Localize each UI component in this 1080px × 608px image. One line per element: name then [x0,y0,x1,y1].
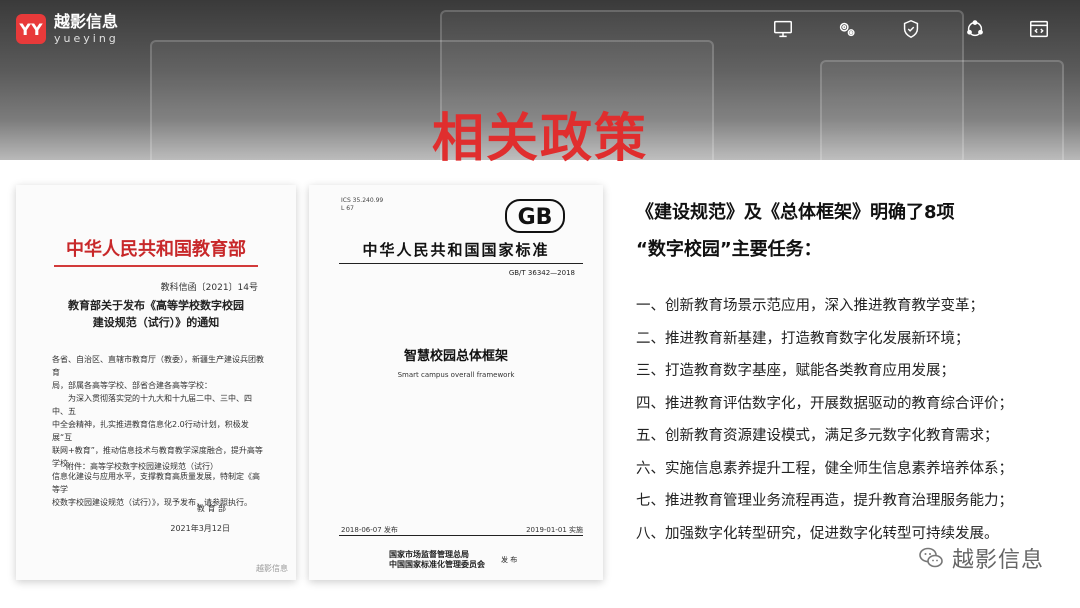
page-title: 相关政策 [431,109,648,169]
tasks-heading: 《建设规范》及《总体框架》明确了8项 “数字校园”主要任务： [636,194,1056,268]
brand-logo: YY 越影信息 yueying [16,14,119,44]
standard-code: GB/T 36342—2018 [508,269,575,277]
monitor-icon[interactable] [772,18,794,40]
wechat-watermark: 越影信息 [918,542,1044,574]
doc-heading: 教育部关于发布《高等学校数字校园 建设规范（试行）》的通知 [46,297,266,331]
publisher-line: 国家市场监督管理总局 [389,550,469,559]
doc-issuer: 中华人民共和国教育部 [66,239,246,260]
tasks-heading-line: “数字校园”主要任务： [636,239,822,260]
watermark-text: 越影信息 [951,548,1044,573]
list-item: 五、创新教育资源建设模式，满足多元数字化教育需求； [636,428,999,444]
list-item: 四、推进教育评估数字化，开展数据驱动的教育综合评价； [636,395,1013,412]
brand-name-en: yueying [54,32,119,45]
standard-meta: ICS 35.240.99 L 67 [341,197,383,213]
slide: YY 越影信息 yueying 相关政策 中华人民共和国教育部 教科信函〔202… [0,0,1080,608]
gb-logo: GB [505,199,565,233]
publisher: 国家市场监督管理总局 中国国家标准化管理委员会 [389,550,485,570]
doc-divider [54,265,258,267]
standard-header: 中华人民共和国国家标准 [362,241,550,259]
doc-body-line: 中全会精神，扎实推进教育信息化2.0行动计划，积极发展“互 [52,420,249,442]
header-banner: YY 越影信息 yueying 相关政策 [0,0,1080,174]
list-item: 二、推进教育新基建，打造教育数字化发展新环境； [636,330,970,347]
code-window-icon[interactable] [1028,18,1050,40]
moe-notice-document: 中华人民共和国教育部 教科信函〔2021〕14号 教育部关于发布《高等学校数字校… [16,185,296,580]
publisher-tag: 发 布 [501,556,518,564]
doc-body-line: 局，部属各高等学校、部省合建各高等学校： [52,381,212,390]
doc-date: 2021年3月12日 [170,524,230,533]
tasks-heading-line: 《建设规范》及《总体框架》明确了8项 [636,202,955,223]
standard-meta-line: L 67 [341,205,354,212]
standard-name: 智慧校园总体框架 [403,349,508,364]
standard-divider [339,263,583,264]
doc-body-line: 信息化建设与应用水平，支撑教育高质量发展，特制定《高等学 [52,472,260,494]
tasks-list: 一、创新教育场景示范应用，深入推进教育教学变革； 二、推进教育新基建，打造教育数… [636,290,1066,550]
gb-standard-document: ICS 35.240.99 L 67 GB 中华人民共和国国家标准 GB/T 3… [309,185,603,580]
doc-number: 教科信函〔2021〕14号 [160,283,258,293]
doc-body: 各省、自治区、直辖市教育厅（教委），新疆生产建设兵团教育 局，部属各高等学校、部… [52,353,264,509]
release-date: 2018-06-07 发布 [341,526,398,534]
doc-body-line: 各省、自治区、直辖市教育厅（教委），新疆生产建设兵团教育 [52,355,264,377]
shield-icon[interactable] [900,18,922,40]
header-icons [772,18,1050,40]
list-item: 七、推进教育管理业务流程再造，提升教育治理服务能力； [636,493,1013,509]
refresh-icon[interactable] [964,18,986,40]
list-item: 六、实施信息素养提升工程，健全师生信息素养培养体系； [636,460,1013,477]
logo-mark-icon: YY [16,14,46,44]
standard-meta-line: ICS 35.240.99 [341,197,384,204]
doc-attachment: 附件：高等学校数字校园建设规范（试行） [66,462,218,471]
doc-body-line: 为深入贯彻落实党的十九大和十九届二中、三中、四中、五 [52,394,252,416]
wechat-icon [919,547,943,568]
standard-name-en: Smart campus overall framework [397,371,515,379]
doc-heading-line: 建设规范（试行）》的通知 [92,316,220,329]
brand-name: 越影信息 [54,12,119,31]
doc-watermark: 越影信息 [256,564,288,573]
publisher-line: 中国国家标准化管理委员会 [389,560,485,569]
gears-icon[interactable] [836,18,858,40]
doc-heading-line: 教育部关于发布《高等学校数字校园 [68,299,244,312]
list-item: 三、打造教育数字基座，赋能各类教育应用发展； [636,363,955,379]
doc-body-line: 校数字校园建设规范（试行）》，现予发布，请参照执行。 [52,498,252,507]
standard-divider [339,535,583,536]
list-item: 一、创新教育场景示范应用，深入推进教育教学变革； [636,298,984,314]
implement-date: 2019-01-01 实施 [526,526,583,534]
doc-signature: 教 育 部 [196,504,226,513]
gb-logo-text: GB [518,205,553,230]
